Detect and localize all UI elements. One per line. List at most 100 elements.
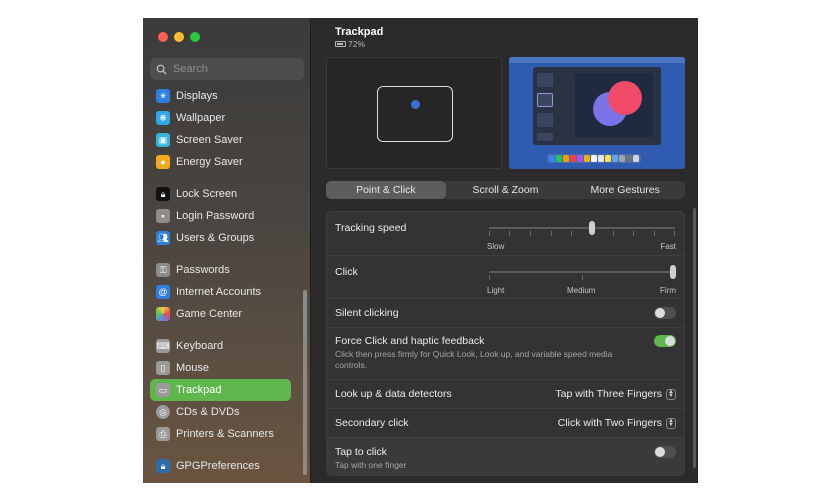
click-pressure-slider[interactable] [489,271,675,273]
silent-clicking-toggle[interactable] [654,307,676,319]
tap-to-click-toggle[interactable] [654,446,676,458]
sidebar-item-label: Login Password [176,210,255,222]
sidebar-item-users-groups[interactable]: 👥︎ Users & Groups [150,227,291,249]
users-groups-icon: 👥︎ [156,231,170,245]
battery-level: 72% [348,39,366,49]
slider-medium-label: Medium [567,286,596,295]
look-up-label: Look up & data detectors [335,388,452,400]
sidebar-item-trackpad[interactable]: ▭ Trackpad [150,379,291,401]
sidebar-item-label: Lock Screen [176,188,238,200]
chevron-updown-icon: ▲ ▼ [666,417,676,429]
gpg-icon: 🔒︎ [156,459,170,473]
trackpad-illustration [377,86,453,142]
sidebar-item-label: GPGPreferences [176,460,260,472]
lock-screen-icon: 🔒︎ [156,187,170,201]
wallpaper-icon: ❋ [156,111,170,125]
sidebar-item-label: Printers & Scanners [176,428,274,440]
tap-to-click-row: Tap to click Tap with one finger [327,437,684,475]
red-circle [608,81,642,115]
close-button[interactable] [158,32,168,42]
minimize-button[interactable] [174,32,184,42]
sidebar-item-lock-screen[interactable]: 🔒︎ Lock Screen [150,183,291,205]
sidebar-item-label: Energy Saver [176,156,243,168]
force-click-toggle[interactable] [654,335,676,347]
tab-more-gestures[interactable]: More Gestures [565,181,685,199]
tab-bar: Point & Click Scroll & Zoom More Gesture… [326,181,685,199]
sidebar-item-label: Screen Saver [176,134,243,146]
maximize-button[interactable] [190,32,200,42]
keyboard-icon: ⌨ [156,339,170,353]
preview-thumb [537,113,553,127]
window-controls [158,32,200,42]
login-password-icon: ▪ [156,209,170,223]
passwords-icon: ⚿ [156,263,170,277]
tracking-speed-slider[interactable] [489,227,675,229]
force-click-description: Click then press firmly for Quick Look, … [335,349,613,370]
main-scrollbar[interactable] [693,208,696,468]
look-up-row: Look up & data detectors Tap with Three … [327,379,684,408]
gesture-video-preview [509,57,685,169]
sidebar-item-label: Wallpaper [176,112,226,124]
sidebar-item-displays[interactable]: ☀ Displays [150,85,291,107]
sidebar-item-wallpaper[interactable]: ❋ Wallpaper [150,107,291,129]
sidebar-item-login-password[interactable]: ▪ Login Password [150,205,291,227]
sidebar-item-gpg-preferences[interactable]: 🔒︎ GPGPreferences [150,455,291,477]
settings-window: ☀ Displays ❋ Wallpaper ▣ Screen Saver ● … [143,18,698,483]
sidebar-item-mouse[interactable]: ▯ Mouse [150,357,291,379]
page-title: Trackpad [335,26,384,38]
sidebar-item-internet-accounts[interactable]: @ Internet Accounts [150,281,291,303]
force-click-label: Force Click and haptic feedback [335,335,485,347]
search-input[interactable] [173,63,293,75]
preview-thumb [537,133,553,141]
printers-scanners-icon: ⎙ [156,427,170,441]
tab-scroll-zoom[interactable]: Scroll & Zoom [446,181,566,199]
tab-point-click[interactable]: Point & Click [326,181,446,199]
look-up-select[interactable]: Tap with Three Fingers ▲ ▼ [555,388,676,400]
sidebar-item-label: Trackpad [176,384,222,396]
sidebar-item-keyboard[interactable]: ⌨ Keyboard [150,335,291,357]
secondary-click-select[interactable]: Click with Two Fingers ▲ ▼ [558,417,676,429]
force-click-row: Force Click and haptic feedback Click th… [327,327,684,379]
sidebar-item-energy-saver[interactable]: ● Energy Saver [150,151,291,173]
preview-thumb [537,93,553,107]
touch-point [411,100,420,109]
main-pane: Trackpad 72% Point & Click Scroll & Zoom… [312,18,698,483]
sidebar-item-label: Keyboard [176,340,224,352]
sidebar-item-label: Mouse [176,362,210,374]
sidebar-item-label: Passwords [176,264,230,276]
game-center-icon [156,307,170,321]
look-up-value: Tap with Three Fingers [555,388,662,400]
battery-icon [335,41,346,47]
sidebar-item-cds-dvds[interactable]: ◎ CDs & DVDs [150,401,291,423]
silent-clicking-label: Silent clicking [335,307,399,319]
tracking-speed-knob[interactable] [589,221,595,235]
slider-light-label: Light [487,286,505,295]
sidebar: ☀ Displays ❋ Wallpaper ▣ Screen Saver ● … [143,18,311,483]
slider-max-label: Fast [660,242,676,251]
tracking-speed-row: Tracking speed Slow Fast [327,212,684,255]
sidebar-item-passwords[interactable]: ⚿ Passwords [150,259,291,281]
preview-thumb [537,73,553,87]
click-row: Click Light Medium Firm [327,255,684,298]
sidebar-item-printers-scanners[interactable]: ⎙ Printers & Scanners [150,423,291,445]
chevron-updown-icon: ▲ ▼ [666,388,676,400]
trackpad-icon: ▭ [156,383,170,397]
secondary-click-label: Secondary click [335,417,409,429]
preview-menubar [509,57,685,63]
sidebar-item-game-center[interactable]: Game Center [150,303,291,325]
slider-min-label: Slow [487,242,505,251]
cds-dvds-icon: ◎ [156,405,170,419]
energy-saver-icon: ● [156,155,170,169]
tap-to-click-description: Tap with one finger [335,460,407,470]
trackpad-preview [326,57,502,169]
sidebar-scrollbar[interactable] [303,290,307,475]
click-pressure-knob[interactable] [670,265,676,279]
tracking-speed-label: Tracking speed [335,222,407,234]
sidebar-item-screen-saver[interactable]: ▣ Screen Saver [150,129,291,151]
preview-dock [547,154,641,163]
search-field[interactable] [150,58,304,80]
sidebar-item-label: Game Center [176,308,243,320]
click-label: Click [335,266,358,278]
silent-clicking-row: Silent clicking [327,298,684,327]
secondary-click-row: Secondary click Click with Two Fingers ▲… [327,408,684,437]
